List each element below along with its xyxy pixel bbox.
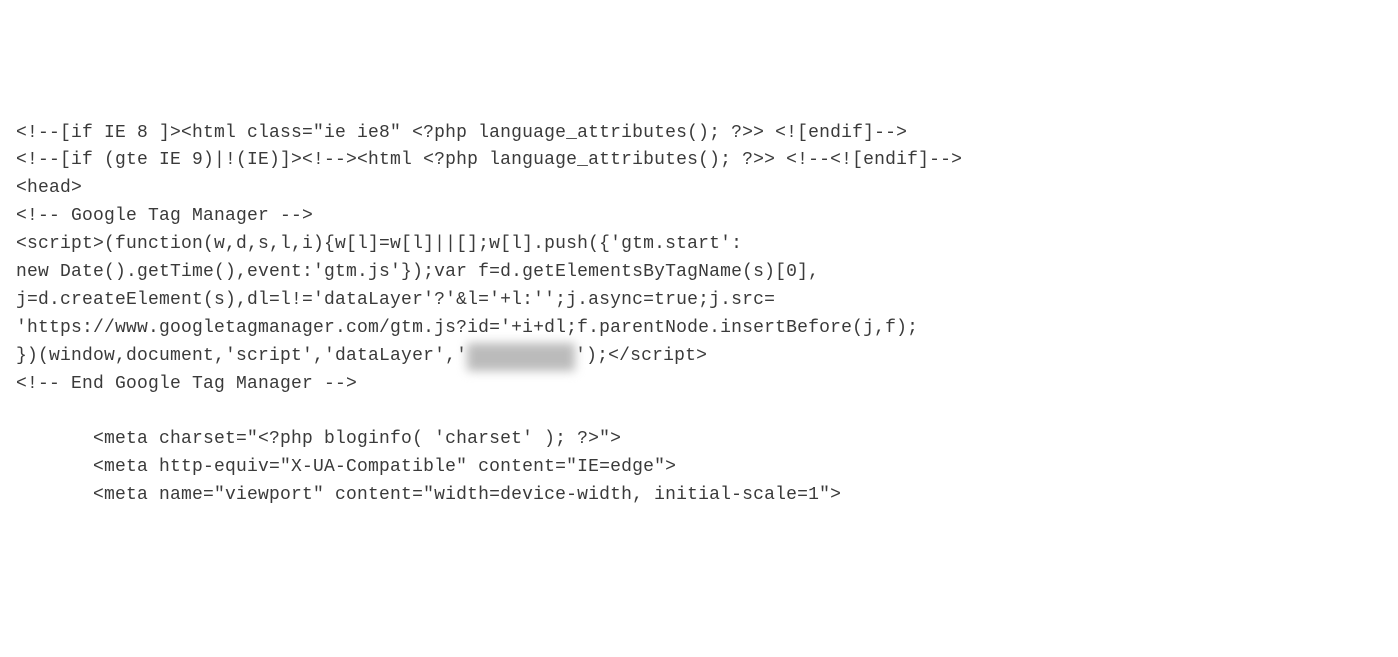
- code-line: <!--[if (gte IE 9)|!(IE)]><!--><html <?p…: [16, 150, 962, 170]
- code-line: j=d.createElement(s),dl=l!='dataLayer'?'…: [16, 290, 775, 310]
- code-line: <meta http-equiv="X-UA-Compatible" conte…: [16, 457, 676, 477]
- code-snippet: <!--[if IE 8 ]><html class="ie ie8" <?ph…: [16, 120, 1382, 510]
- redacted-gtm-id: GTM-XXXXXX: [467, 343, 575, 371]
- code-line: })(window,document,'script','dataLayer',…: [16, 346, 707, 366]
- code-line: <head>: [16, 178, 82, 198]
- code-line: <!--[if IE 8 ]><html class="ie ie8" <?ph…: [16, 123, 907, 143]
- code-line: <!-- End Google Tag Manager -->: [16, 374, 357, 394]
- code-fragment: })(window,document,'script','dataLayer',…: [16, 346, 467, 366]
- code-fragment: ');</script>: [575, 346, 707, 366]
- code-line: <!-- Google Tag Manager -->: [16, 206, 313, 226]
- code-line: <meta charset="<?php bloginfo( 'charset'…: [16, 429, 621, 449]
- code-line: <script>(function(w,d,s,l,i){w[l]=w[l]||…: [16, 234, 742, 254]
- code-line: 'https://www.googletagmanager.com/gtm.js…: [16, 318, 918, 338]
- code-line: <meta name="viewport" content="width=dev…: [16, 485, 841, 505]
- code-line: new Date().getTime(),event:'gtm.js'});va…: [16, 262, 819, 282]
